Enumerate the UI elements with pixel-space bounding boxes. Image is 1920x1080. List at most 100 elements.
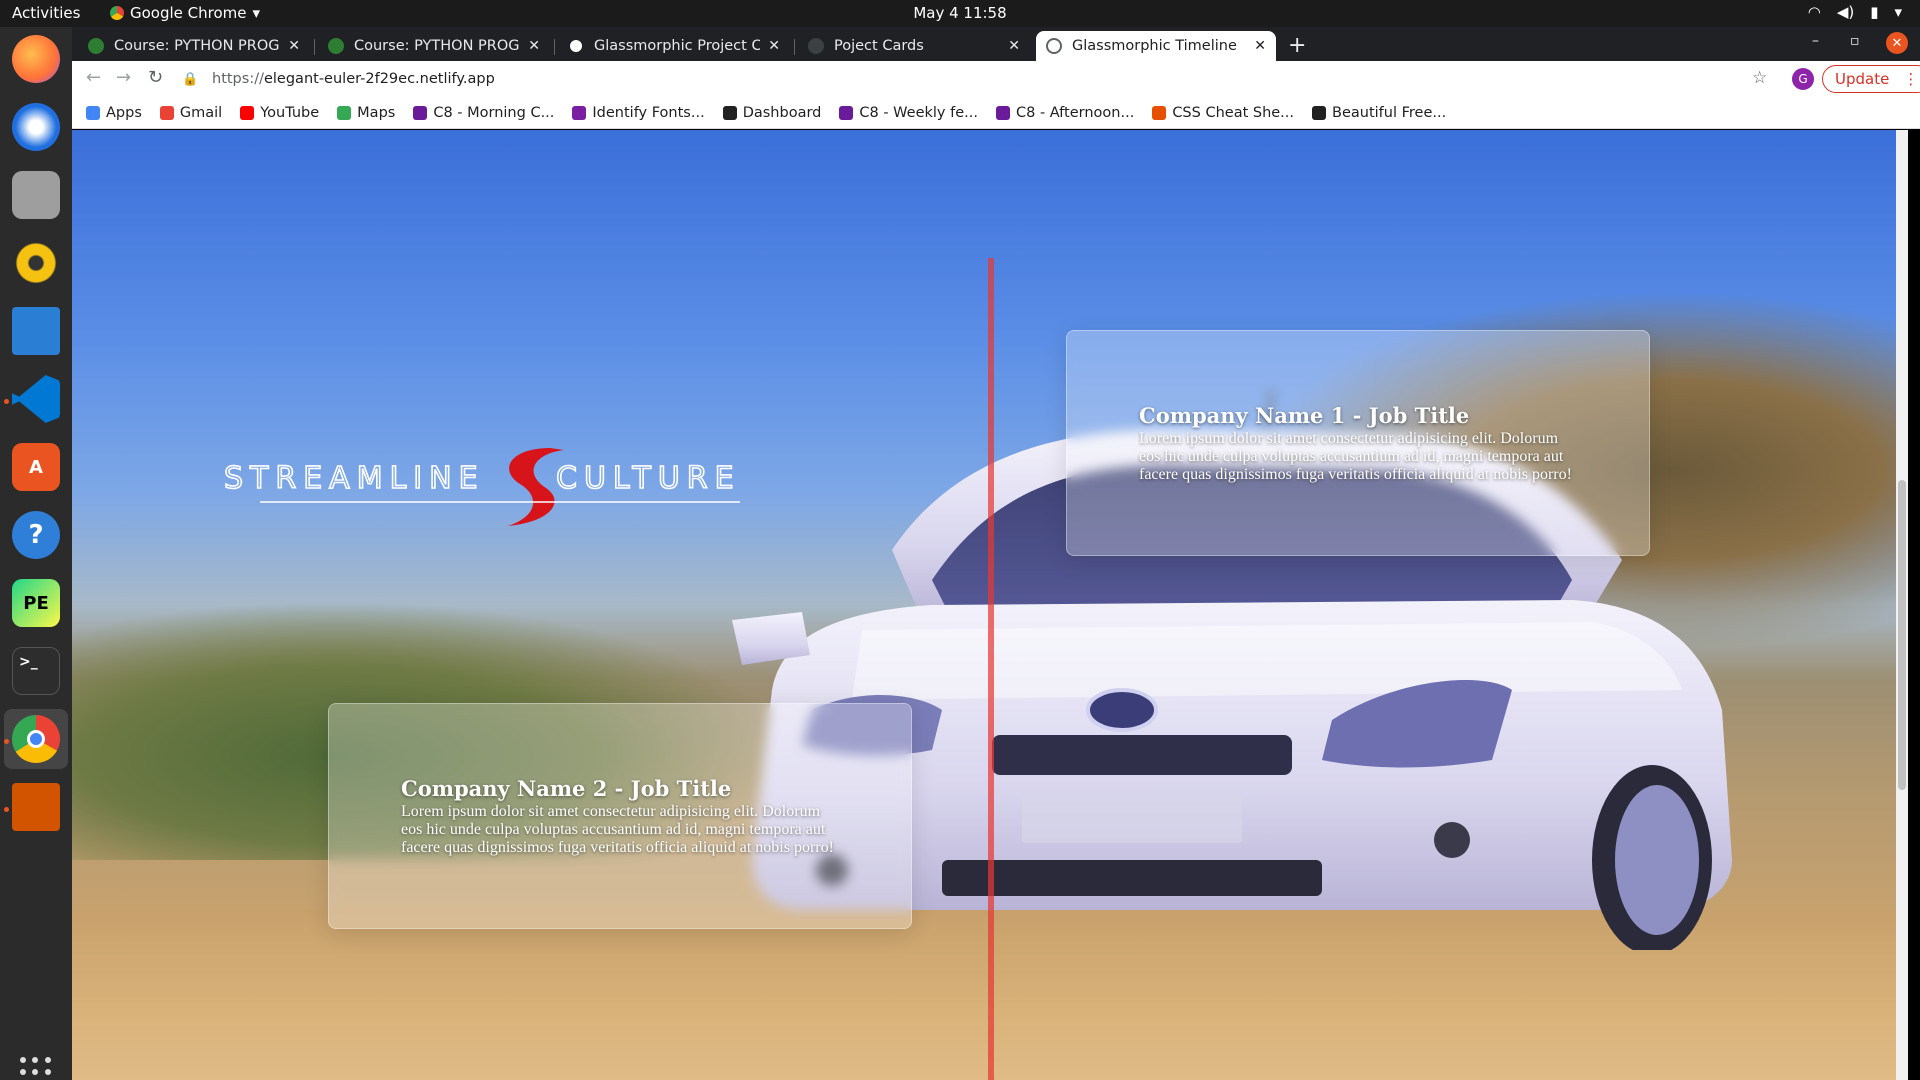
bookmark-item[interactable]: Maps [337, 105, 395, 121]
tab-active[interactable]: Glassmorphic Timeline ✕ [1036, 31, 1276, 61]
tab[interactable]: Course: PYTHON PROGRA ✕ [318, 31, 550, 61]
chrome-dock-icon[interactable] [12, 715, 60, 763]
timeline-card: Company Name 2 - Job Title Lorem ipsum d… [328, 703, 912, 929]
thunderbird-icon[interactable] [12, 103, 60, 151]
close-icon[interactable]: ✕ [288, 38, 300, 54]
course-favicon-icon [328, 38, 344, 54]
bookmark-item[interactable]: Dashboard [722, 104, 822, 121]
clock[interactable]: May 4 11:58 [0, 4, 1920, 22]
bookmark-favicon-icon [240, 105, 255, 120]
bookmark-favicon-icon [86, 105, 100, 120]
bookmark-favicon-icon [995, 105, 1010, 120]
close-icon[interactable]: ✕ [528, 38, 540, 54]
files-icon[interactable] [12, 171, 60, 219]
running-indicator [4, 739, 9, 744]
update-button[interactable]: Update ⋮ [1822, 65, 1920, 93]
bookmark-item[interactable]: Gmail [159, 104, 223, 121]
terminal-icon[interactable]: >_ [12, 647, 60, 695]
bookmark-favicon-icon [722, 105, 737, 120]
bookmark-item[interactable]: CSS Cheat She... [1152, 105, 1294, 121]
vscode-icon[interactable] [12, 375, 60, 423]
kebab-menu-icon: ⋮ [1903, 70, 1919, 88]
tab[interactable]: Glassmorphic Project Car ✕ [558, 31, 790, 61]
logo-text-right: CULTURE [556, 461, 741, 496]
running-indicator [4, 807, 9, 812]
timeline-card: Company Name 1 - Job Title Lorem ipsum d… [1066, 330, 1650, 556]
card-title: Company Name 2 - Job Title [401, 776, 732, 801]
pycharm-icon[interactable]: PE [12, 579, 60, 627]
tab-strip: Course: PYTHON PROGRA ✕ Course: PYTHON P… [72, 27, 1920, 61]
restore-icon[interactable]: ▫ [1850, 33, 1860, 49]
profile-avatar[interactable]: G [1792, 68, 1814, 90]
codepen-favicon-icon [568, 38, 584, 54]
bookmark-favicon-icon [572, 105, 587, 120]
bookmark-item[interactable]: Beautiful Free... [1312, 105, 1446, 121]
chrome-icon [110, 6, 124, 20]
chevron-down-icon: ▾ [252, 4, 261, 22]
bookmark-favicon-icon [337, 105, 352, 120]
close-icon[interactable]: ✕ [768, 38, 780, 54]
power-menu-chevron-icon: ▾ [1894, 3, 1902, 21]
forward-arrow-icon[interactable]: → [116, 67, 131, 88]
activities-button[interactable]: Activities [12, 4, 80, 22]
bookmark-label: CSS Cheat She... [1172, 104, 1295, 121]
streamline-culture-logo: STREAMLINE CULTURE [223, 448, 741, 526]
help-icon[interactable]: ? [12, 511, 60, 559]
bookmark-favicon-icon [1152, 105, 1167, 120]
address-bar[interactable]: 🔒 https://elegant-euler-2f29ec.netlify.a… [182, 64, 1812, 94]
bookmark-item[interactable]: YouTube [240, 105, 319, 121]
bookmark-label: C8 - Afternoon... [1015, 104, 1135, 121]
os-topbar: Activities Google Chrome ▾ May 4 11:58 ◠… [0, 0, 1920, 27]
page-scrollbar[interactable] [1896, 130, 1908, 1080]
tab-title: Glassmorphic Project Car [594, 38, 761, 54]
logo-text-left: STREAMLINE [224, 461, 485, 496]
minimize-icon[interactable]: – [1812, 33, 1819, 49]
tab[interactable]: Course: PYTHON PROGRA ✕ [78, 31, 310, 61]
card-title: Company Name 1 - Job Title [1139, 403, 1470, 428]
firefox-icon[interactable] [12, 35, 60, 83]
wifi-icon: ◠ [1807, 3, 1821, 21]
tab-title: Course: PYTHON PROGRA [354, 38, 520, 54]
bookmark-label: Gmail [179, 104, 223, 121]
software-center-icon[interactable]: A [12, 443, 60, 491]
libreoffice-impress-icon[interactable] [12, 783, 60, 831]
bookmark-item[interactable]: Apps [86, 105, 142, 121]
lock-icon: 🔒 [182, 71, 199, 87]
page-viewport: STREAMLINE CULTURE Company Name 1 - Job … [72, 130, 1908, 1080]
bookmark-item[interactable]: C8 - Afternoon... [995, 104, 1135, 121]
rhythmbox-icon[interactable] [12, 239, 60, 287]
bookmark-star-icon[interactable]: ☆ [1752, 68, 1767, 88]
back-arrow-icon[interactable]: ← [86, 67, 101, 88]
show-applications-icon[interactable] [20, 1057, 52, 1080]
browser-toolbar: ← → ↻ 🔒 https://elegant-euler-2f29ec.net… [72, 61, 1920, 97]
bookmark-item[interactable]: C8 - Weekly fe... [839, 105, 978, 121]
tab-title: Course: PYTHON PROGRA [114, 38, 280, 54]
url-scheme: https:// [212, 71, 264, 87]
volume-icon: ◀) [1836, 3, 1855, 21]
tab-title: Poject Cards [834, 38, 924, 54]
bookmark-item[interactable]: C8 - Morning C... [413, 105, 554, 121]
reload-icon[interactable]: ↻ [148, 67, 163, 88]
app-menu[interactable]: Google Chrome ▾ [110, 4, 260, 22]
close-icon[interactable]: ✕ [1254, 38, 1266, 54]
course-favicon-icon [88, 38, 104, 54]
bookmarks-bar: Apps Gmail YouTube Maps C8 - Morning C... Ide… [72, 97, 1920, 129]
timeline-line [988, 258, 994, 1080]
app-name: Google Chrome [130, 4, 247, 22]
window-close-icon[interactable]: ✕ [1886, 32, 1908, 54]
bookmark-label: Identify Fonts... [592, 104, 705, 121]
system-tray[interactable]: ◠ ◀) ▮ ▾ [1808, 3, 1902, 21]
running-indicator [4, 399, 9, 404]
libreoffice-writer-icon[interactable] [12, 307, 60, 355]
bookmark-label: C8 - Weekly fe... [859, 104, 978, 121]
tab[interactable]: Poject Cards ✕ [798, 31, 1030, 61]
scrollbar-thumb[interactable] [1898, 480, 1906, 790]
page-favicon-icon [808, 38, 824, 54]
bookmark-label: Maps [357, 104, 396, 121]
bookmark-favicon-icon [159, 105, 174, 120]
bookmark-item[interactable]: Identify Fonts... [572, 104, 705, 121]
close-icon[interactable]: ✕ [1008, 38, 1020, 54]
globe-favicon-icon [1046, 38, 1062, 54]
new-tab-plus-icon[interactable]: + [1288, 33, 1306, 58]
bookmark-label: Dashboard [742, 104, 822, 121]
